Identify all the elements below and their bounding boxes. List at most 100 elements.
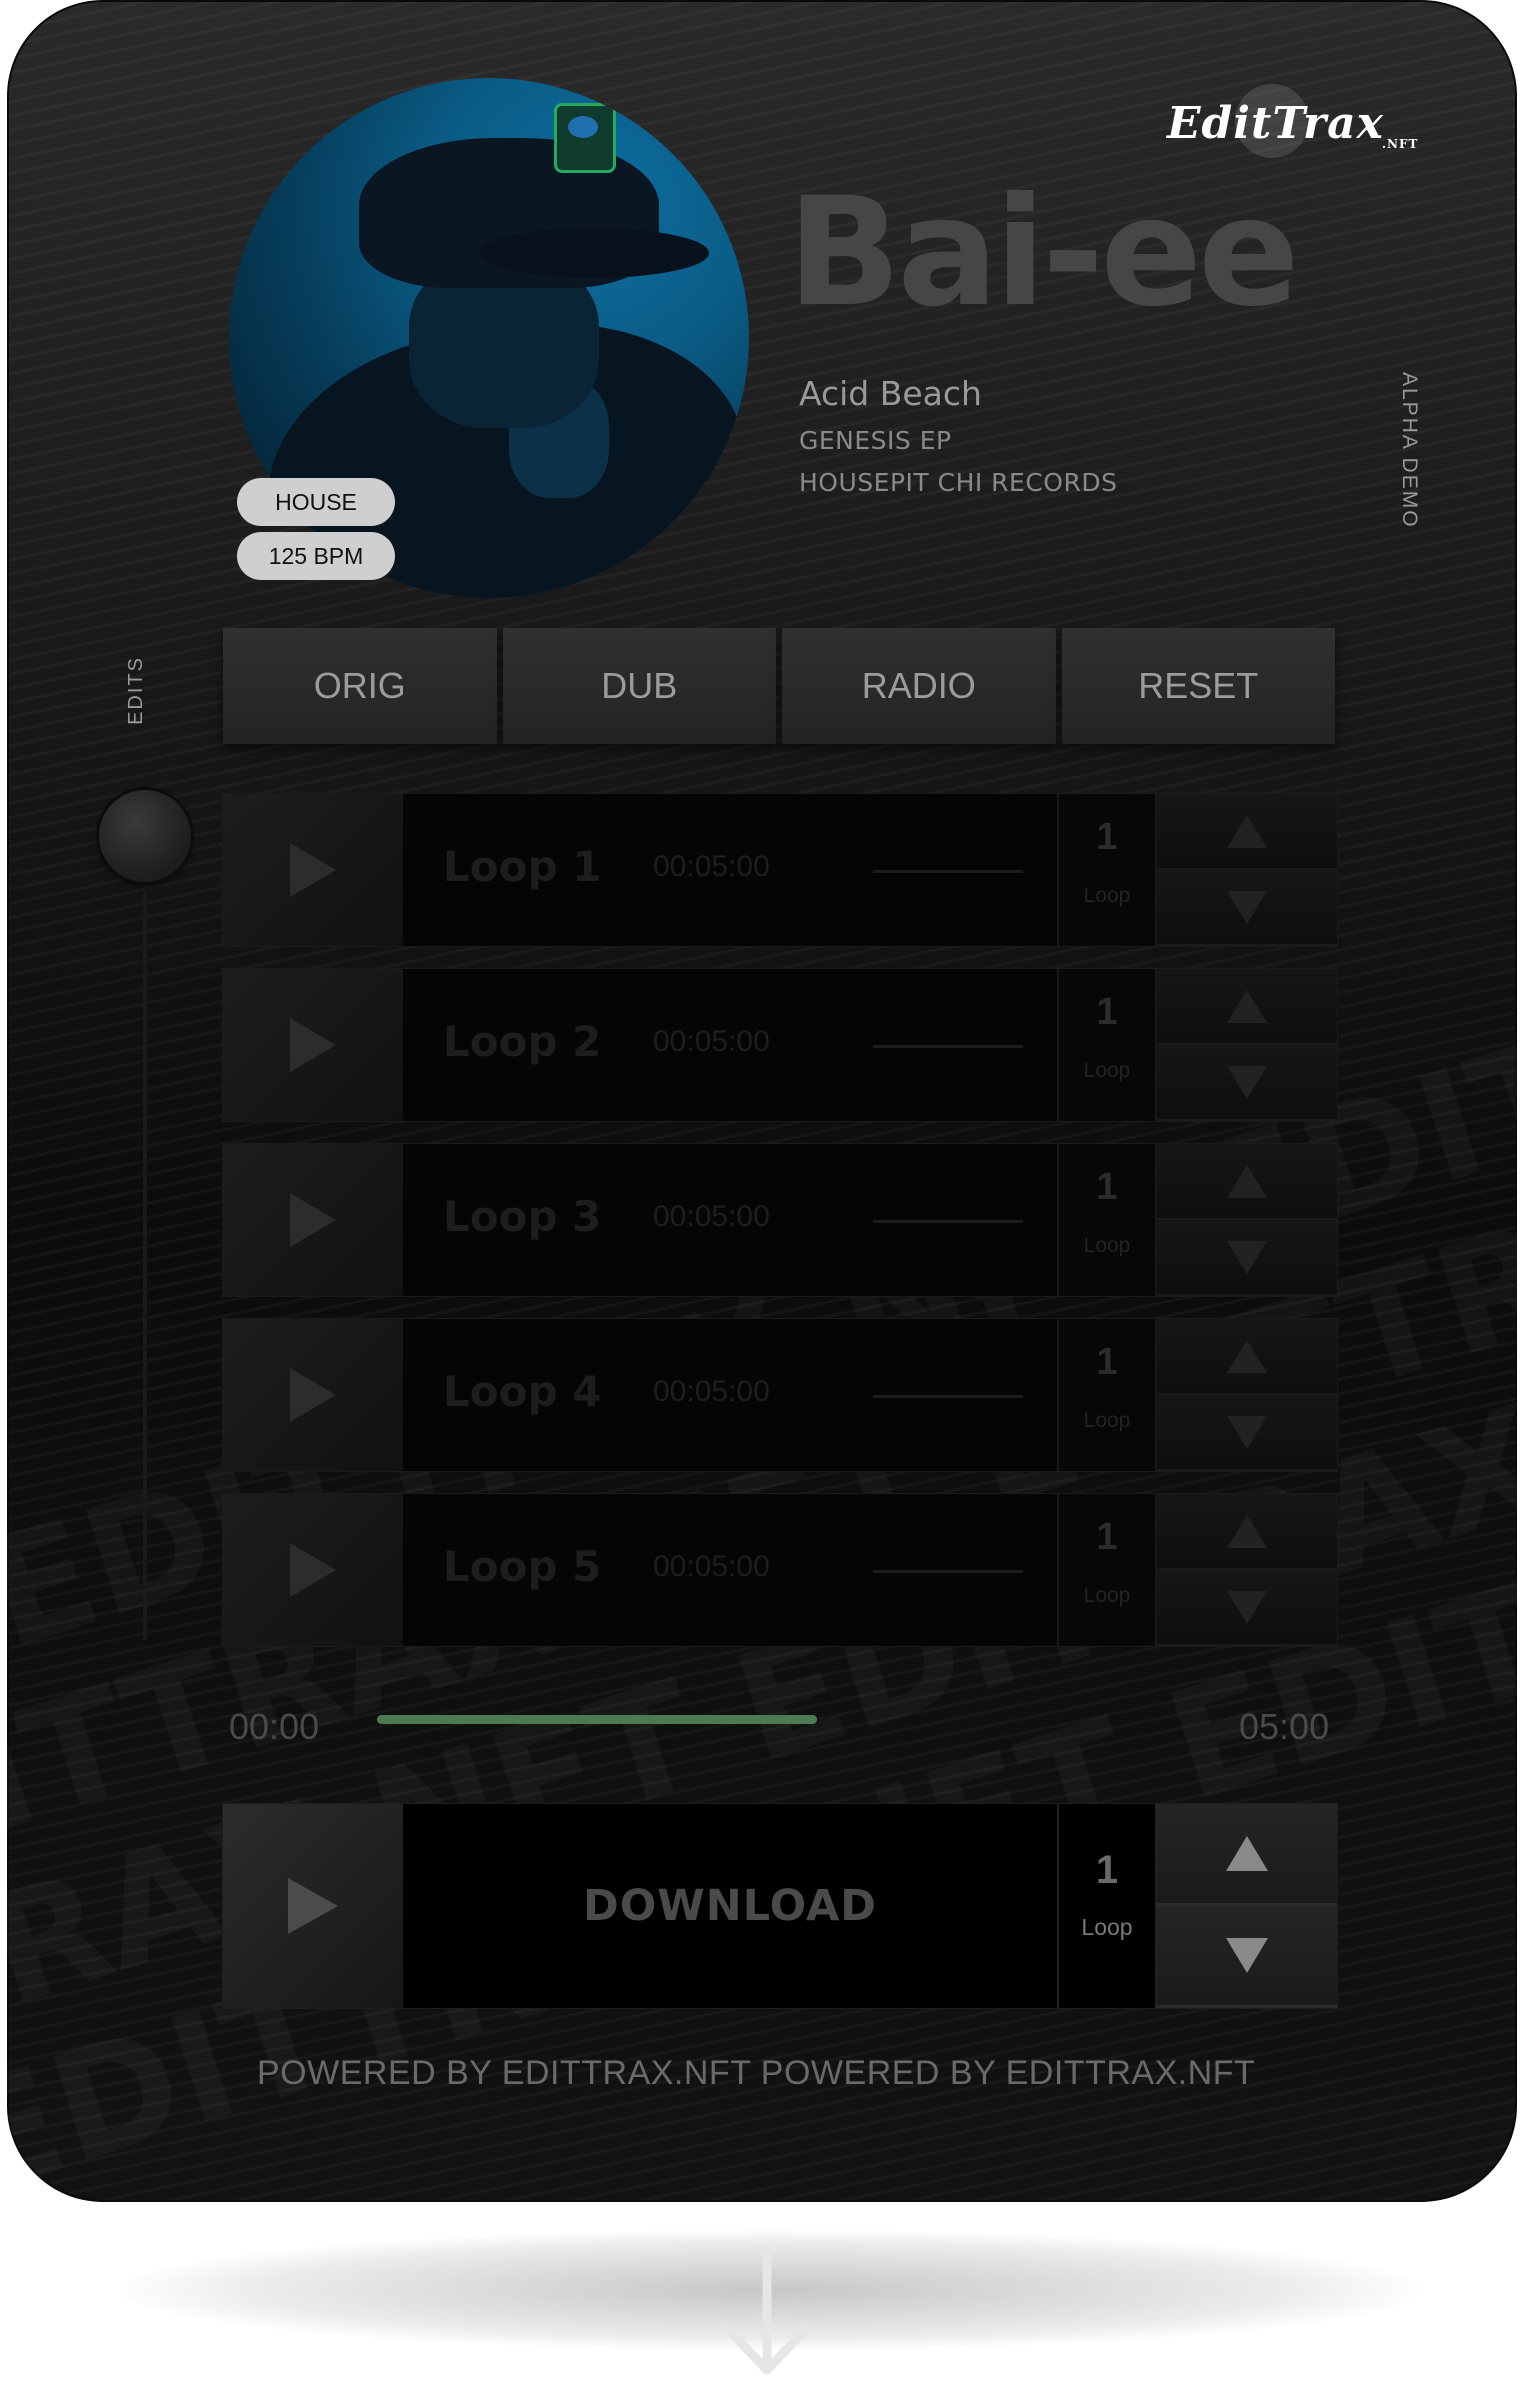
alpha-demo-label: ALPHA DEMO [1398,372,1421,529]
download-stepper [1157,1804,1337,2008]
edit-tabs: ORIG DUB RADIO RESET [223,628,1335,744]
arrow-up-icon [1227,1339,1267,1373]
loop-time: 00:05:00 [653,1025,770,1058]
loop-increment-button[interactable] [1157,794,1337,870]
play-icon [290,1193,336,1247]
play-icon [290,1018,336,1072]
loop-count-value: 1 [1096,1341,1118,1383]
arrow-up-icon [1227,1164,1267,1198]
download-count-unit: Loop [1081,1914,1133,1940]
loop-divider [873,1220,1023,1223]
loop-info: Loop 1 00:05:00 [403,794,1057,946]
loop-row-1: Loop 1 00:05:00 1 Loop [223,794,1337,946]
track-title: Acid Beach [799,374,982,413]
loop-info: Loop 2 00:05:00 [403,969,1057,1121]
total-time: 05:00 [1239,1706,1330,1747]
arrow-down-icon [1226,1938,1268,1973]
loop-stepper [1157,969,1337,1121]
edittrax-logo[interactable]: EditTrax.NFT [1167,98,1420,151]
loop-count-unit: Loop [1083,1409,1131,1432]
loop-increment-button[interactable] [1157,1494,1337,1570]
download-decrement-button[interactable] [1157,1906,1337,2008]
loop-decrement-button[interactable] [1157,1045,1337,1121]
loop-time: 00:05:00 [653,1200,770,1233]
playback-progress-bar[interactable] [377,1715,817,1724]
loop-count-value: 1 [1096,1166,1118,1208]
download-button[interactable]: DOWNLOAD [403,1804,1057,2008]
bpm-badge: 125 BPM [237,532,395,580]
tab-radio[interactable]: RADIO [782,628,1056,744]
loop-increment-button[interactable] [1157,1144,1337,1220]
loop-stepper [1157,1319,1337,1471]
edits-label: EDITS [125,656,147,725]
loop-count-unit: Loop [1083,1234,1131,1257]
loop-count: 1 Loop [1057,969,1157,1121]
loop-count-value: 1 [1096,1516,1118,1558]
loop-info: Loop 3 00:05:00 [403,1144,1057,1296]
loop-stepper [1157,1494,1337,1646]
loop-count-unit: Loop [1083,1059,1131,1082]
loop-decrement-button[interactable] [1157,870,1337,946]
loop-time: 00:05:00 [653,1550,770,1583]
arrow-down-icon [1227,890,1267,924]
loop-info: Loop 5 00:05:00 [403,1494,1057,1646]
loop-play-button[interactable] [223,1144,403,1296]
download-increment-button[interactable] [1157,1804,1337,1906]
loop-play-button[interactable] [223,1319,403,1471]
edits-rail [143,880,147,1640]
loop-increment-button[interactable] [1157,969,1337,1045]
current-time: 00:00 [229,1706,320,1747]
loop-divider [873,870,1023,873]
loop-count: 1 Loop [1057,1144,1157,1296]
loop-info: Loop 4 00:05:00 [403,1319,1057,1471]
loop-row-5: Loop 5 00:05:00 1 Loop [223,1494,1337,1646]
loop-count-value: 1 [1096,816,1118,858]
loop-stepper [1157,1144,1337,1296]
genre-badge: HOUSE [237,478,395,526]
loop-play-button[interactable] [223,794,403,946]
loop-divider [873,1395,1023,1398]
loop-stepper [1157,794,1337,946]
loop-divider [873,1045,1023,1048]
scroll-down-arrow-icon[interactable] [712,2238,822,2388]
loop-count-unit: Loop [1083,884,1131,907]
loop-decrement-button[interactable] [1157,1220,1337,1296]
loop-decrement-button[interactable] [1157,1570,1337,1646]
release-name: GENESIS EP [799,426,952,455]
arrow-down-icon [1227,1065,1267,1099]
cap-patch-icon [554,103,616,173]
arrow-up-icon [1227,989,1267,1023]
loop-name: Loop 1 [443,842,602,891]
powered-by-footer: POWERED BY EDITTRAX.NFT POWERED BY EDITT… [257,2054,1256,2092]
arrow-down-icon [1227,1590,1267,1624]
loop-row-4: Loop 4 00:05:00 1 Loop [223,1319,1337,1471]
main-play-button[interactable] [223,1804,403,2008]
download-panel: DOWNLOAD 1 Loop [223,1804,1337,2008]
tab-orig[interactable]: ORIG [223,628,497,744]
loop-name: Loop 3 [443,1192,602,1241]
playback-progress-fill [377,1715,817,1724]
loop-count: 1 Loop [1057,1319,1157,1471]
arrow-up-icon [1227,1514,1267,1548]
loop-row-3: Loop 3 00:05:00 1 Loop [223,1144,1337,1296]
loop-count: 1 Loop [1057,1494,1157,1646]
loop-count-value: 1 [1096,991,1118,1033]
loop-time: 00:05:00 [653,1375,770,1408]
arrow-down-icon [1227,1240,1267,1274]
artist-name: Bai-ee [787,166,1300,340]
play-icon [290,1543,336,1597]
loop-row-2: Loop 2 00:05:00 1 Loop [223,969,1337,1121]
loop-play-button[interactable] [223,1494,403,1646]
loop-count: 1 Loop [1057,794,1157,946]
tab-reset[interactable]: RESET [1061,628,1335,744]
device-frame: EDITTRAX.NFT EDITTRAX.NFT EDITTRAX.NFT E… [7,0,1517,2202]
arrow-up-icon [1227,814,1267,848]
play-icon [288,1878,338,1934]
loop-play-button[interactable] [223,969,403,1121]
loop-increment-button[interactable] [1157,1319,1337,1395]
loop-divider [873,1570,1023,1573]
edits-slider-knob[interactable] [99,790,191,882]
tab-dub[interactable]: DUB [502,628,776,744]
loop-decrement-button[interactable] [1157,1395,1337,1471]
loop-count-unit: Loop [1083,1584,1131,1607]
